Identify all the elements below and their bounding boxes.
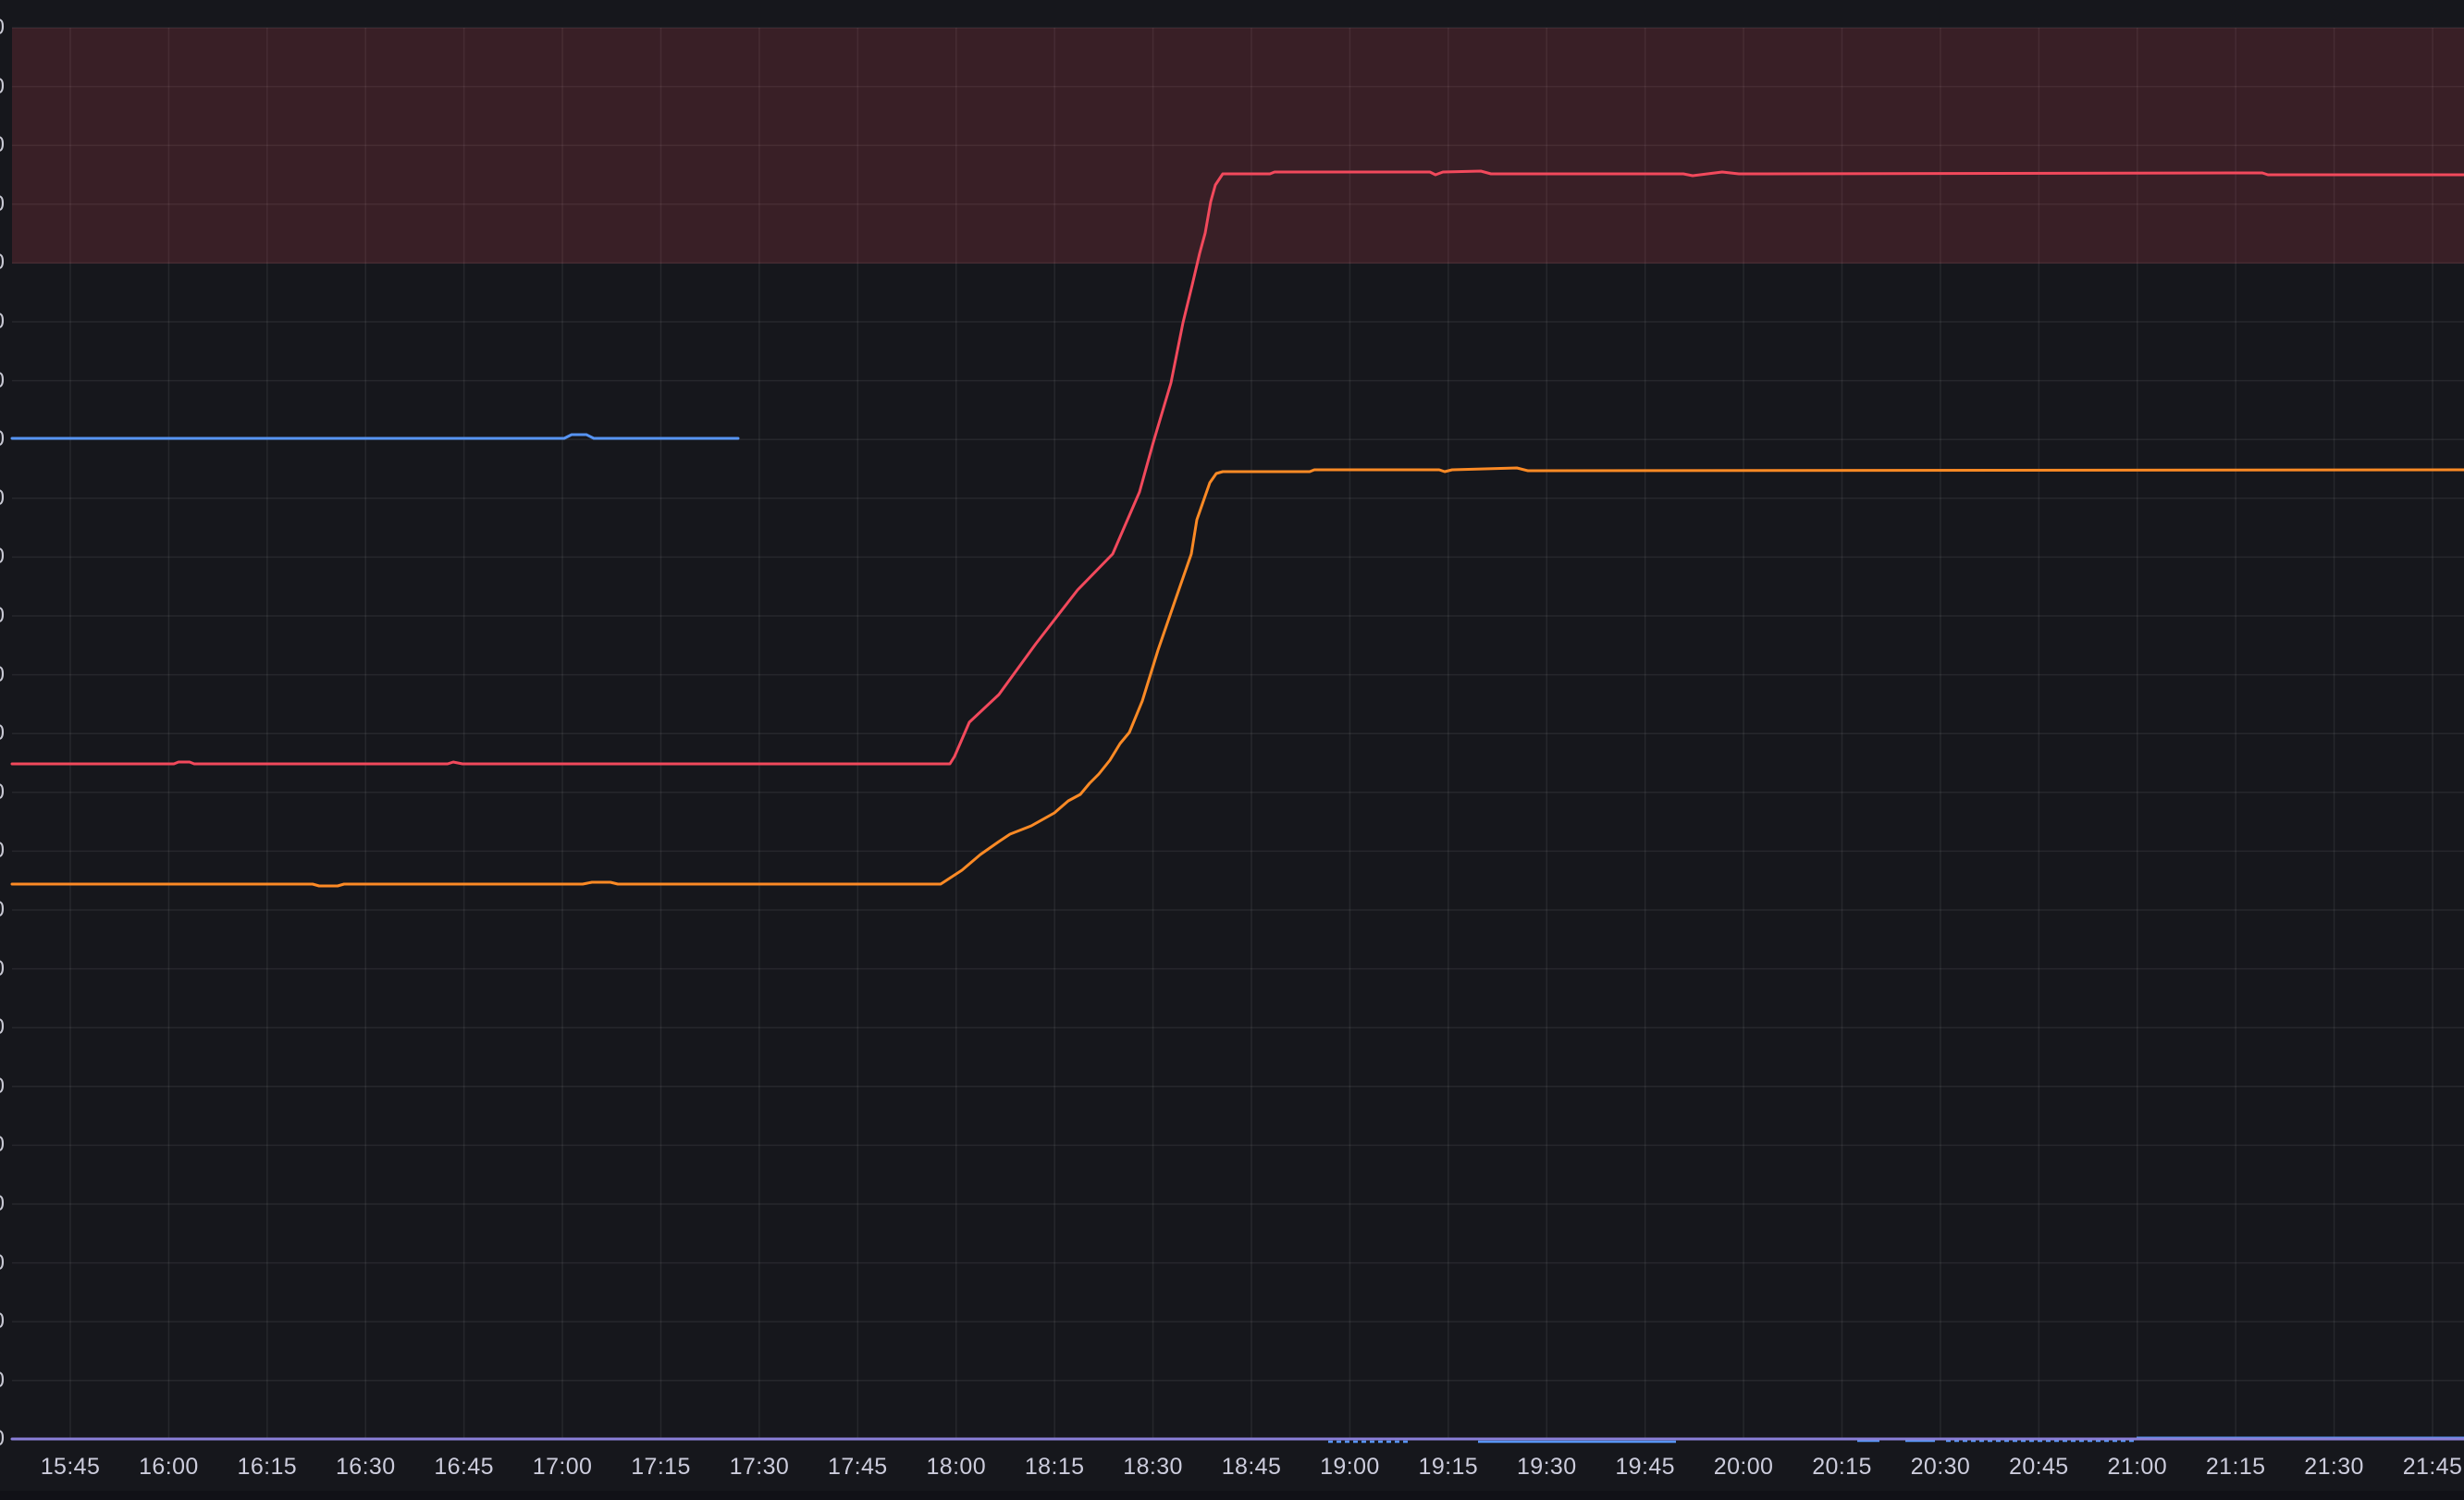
timeseries-chart[interactable]	[0, 0, 2464, 1500]
timeseries-panel: 0000000000000000000000000 15:4516:0016:1…	[0, 0, 2464, 1500]
panel-bottom-edge	[0, 1491, 2464, 1500]
blue-series-line	[12, 435, 738, 438]
threshold-region	[12, 28, 2464, 264]
orange-series-line	[12, 468, 2464, 886]
